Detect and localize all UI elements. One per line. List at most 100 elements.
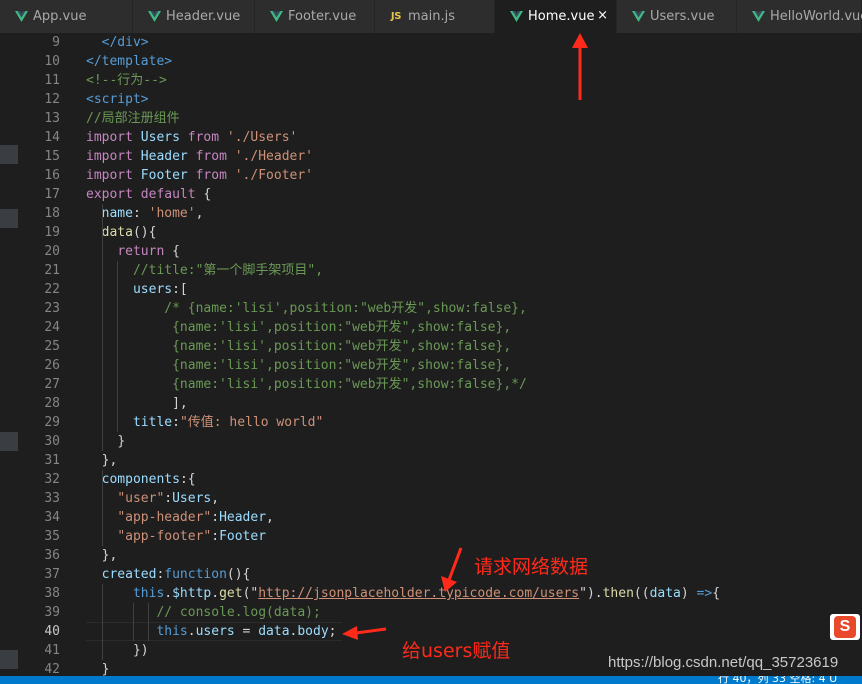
- watermark: https://blog.csdn.net/qq_35723619: [608, 654, 839, 671]
- code-line: title:"传值: hello world": [86, 413, 862, 432]
- code-line: import Users from './Users': [86, 128, 862, 147]
- tab-users-vue[interactable]: Users.vue: [617, 0, 737, 33]
- code-line: </div>: [86, 33, 862, 52]
- code-token: users: [132, 282, 173, 297]
- code-token: :: [164, 491, 173, 506]
- edge-marker: [0, 209, 18, 228]
- code-line: {name:'lisi',position:"web开发",show:false…: [86, 337, 862, 356]
- indent-guide: [102, 622, 103, 641]
- indent-guide: [117, 356, 118, 375]
- line-number: 12: [44, 92, 60, 107]
- code-token: //局部注册组件: [86, 111, 180, 126]
- code-line: "app-footer":Footer: [86, 527, 862, 546]
- code-token: import: [86, 149, 133, 164]
- indent-guide: [102, 470, 103, 489]
- code-line: //局部注册组件: [86, 109, 862, 128]
- indent-guide: [117, 337, 118, 356]
- code-token: "app-footer": [117, 529, 212, 544]
- indent-guide: [102, 603, 103, 622]
- code-token: ").: [579, 586, 603, 601]
- code-line: import Header from './Header': [86, 147, 862, 166]
- line-number: 27: [44, 377, 60, 392]
- code-line: import Footer from './Footer': [86, 166, 862, 185]
- code-token: './Header': [234, 149, 314, 164]
- vue-icon: [751, 10, 765, 22]
- code-token: 'home': [148, 206, 196, 221]
- code-line: export default {: [86, 185, 862, 204]
- indent-guide: [102, 242, 103, 261]
- code-token: }): [132, 643, 149, 658]
- code-token: title: [132, 415, 173, 430]
- line-number-gutter: 9 10 11 12 13 14 15 16 17 18 19 20 21 22 23 24 25 26 27 28 2…: [18, 33, 60, 679]
- code-token: :: [172, 415, 180, 430]
- line-number: 18: [44, 206, 60, 221]
- line-number: 17: [44, 187, 60, 202]
- status-cursor-position: 行 40，列 33 空格: 4 U: [718, 676, 838, 684]
- line-number: 11: [44, 73, 60, 88]
- indent-guide: [102, 337, 103, 356]
- code-token: },: [101, 548, 118, 563]
- code-editor[interactable]: </div> </template> <!--行为--> <script> //局部注册…: [86, 33, 862, 679]
- line-number: 38: [44, 586, 60, 601]
- code-token: {name:'lisi',position:"web开发",show:false…: [172, 358, 512, 373]
- vue-icon: [147, 10, 161, 22]
- indent-guide: [117, 261, 118, 280]
- code-token: import: [86, 130, 133, 145]
- tab-main-js[interactable]: JS main.js: [375, 0, 495, 33]
- code-token: <!--行为-->: [86, 73, 167, 88]
- tab-footer-vue[interactable]: Footer.vue: [255, 0, 375, 33]
- sogou-s-icon: S: [834, 616, 856, 638]
- code-token: .: [164, 586, 173, 601]
- code-line: "user":Users,: [86, 489, 862, 508]
- code-token: :[: [172, 282, 188, 297]
- code-token: this: [132, 586, 165, 601]
- code-token: users: [195, 624, 235, 639]
- code-token: :: [211, 510, 220, 525]
- code-token: get: [219, 586, 243, 601]
- line-number: 13: [44, 111, 60, 126]
- line-number: 41: [44, 643, 60, 658]
- code-token: this: [156, 624, 188, 639]
- code-token: Footer: [140, 168, 188, 183]
- close-icon[interactable]: ×: [597, 8, 608, 23]
- code-token: import: [86, 168, 133, 183]
- code-token: /* {name:'lisi',position:"web开发",show:fa…: [164, 301, 527, 316]
- tab-app-vue[interactable]: App.vue: [0, 0, 133, 33]
- tab-helloworld-vue[interactable]: HelloWorld.vue: [737, 0, 862, 33]
- line-number: 35: [44, 529, 60, 544]
- code-token: {: [712, 586, 721, 601]
- annotation-assign-users: 给users赋值: [402, 640, 511, 662]
- code-token: .: [289, 624, 298, 639]
- line-number: 36: [44, 548, 60, 563]
- tab-header-vue[interactable]: Header.vue: [133, 0, 255, 33]
- tab-home-vue[interactable]: Home.vue ×: [495, 0, 617, 33]
- indent-guide: [102, 641, 103, 660]
- indent-guide: [148, 603, 149, 622]
- indent-guide: [102, 299, 103, 318]
- code-token: {: [195, 187, 212, 202]
- indent-guide: [117, 299, 118, 318]
- code-token: :: [132, 206, 149, 221]
- code-token: },: [101, 453, 118, 468]
- indent-guide: [102, 527, 103, 546]
- line-number: 39: [44, 605, 60, 620]
- vue-icon: [269, 10, 283, 22]
- indent-guide: [102, 375, 103, 394]
- line-number: 34: [44, 510, 60, 525]
- indent-guide: [117, 375, 118, 394]
- code-token: </div>: [101, 35, 149, 50]
- indent-guide: [117, 318, 118, 337]
